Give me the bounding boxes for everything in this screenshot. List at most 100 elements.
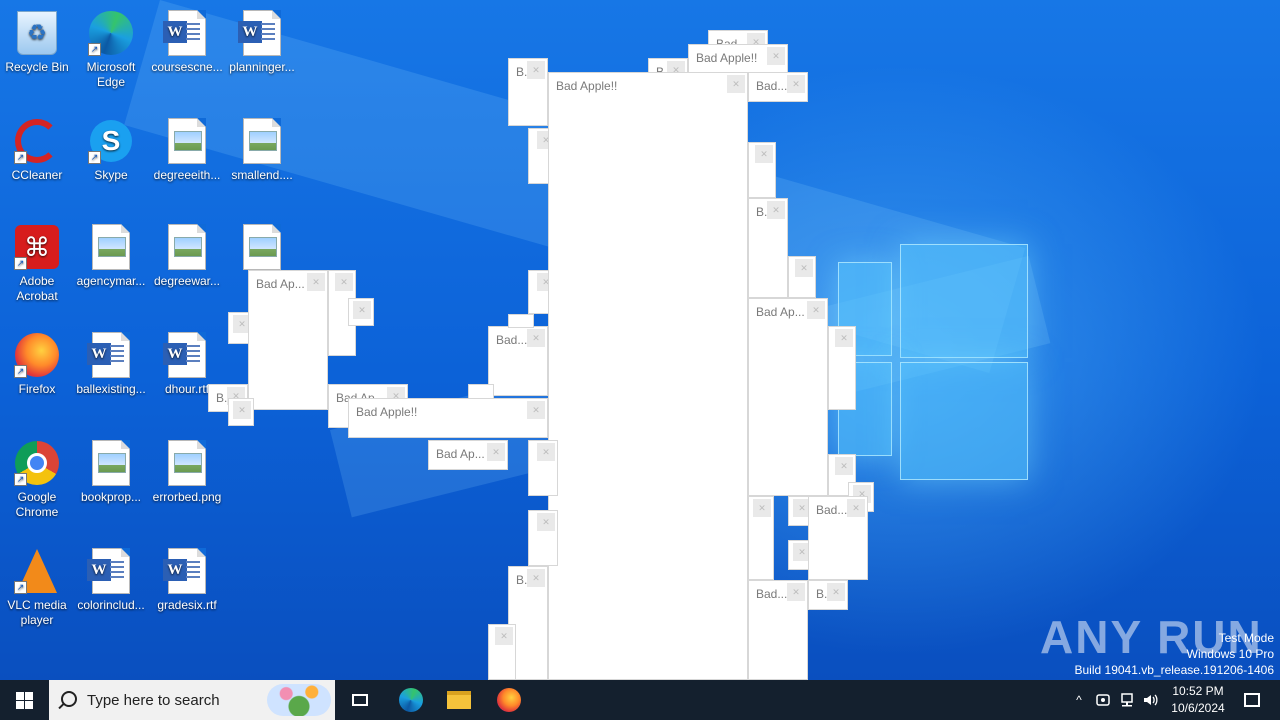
task-view-icon	[352, 694, 368, 706]
close-icon[interactable]: ✕	[537, 443, 555, 461]
word-doc-icon: W	[163, 548, 206, 594]
bad-apple-window[interactable]: ✕	[348, 298, 374, 326]
close-icon[interactable]: ✕	[835, 457, 853, 475]
close-icon[interactable]: ✕	[827, 583, 845, 601]
close-icon[interactable]: ✕	[807, 301, 825, 319]
desktop-icon-google-chrome[interactable]: ↗ Google Chrome	[0, 440, 74, 520]
taskbar-file-explorer-button[interactable]	[438, 680, 480, 720]
image-file-icon	[168, 224, 206, 270]
bad-apple-window[interactable]: Bad Ap...✕	[428, 440, 508, 470]
bad-apple-window[interactable]: ✕	[748, 142, 776, 198]
bad-apple-window[interactable]: Bad... ✕	[748, 580, 808, 680]
close-icon[interactable]: ✕	[335, 273, 353, 291]
close-icon[interactable]: ✕	[353, 301, 371, 319]
bad-apple-window[interactable]: ✕	[828, 326, 856, 410]
icon-label: VLC media player	[7, 598, 67, 627]
desktop-icon-file[interactable]: agencymar...	[74, 224, 148, 289]
desktop-icon-file[interactable]: W coursescne...	[150, 10, 224, 75]
desktop-icon-file[interactable]: W planninger...	[225, 10, 299, 75]
close-icon[interactable]: ✕	[767, 201, 785, 219]
desktop-icon-file[interactable]: degreewar...	[150, 224, 224, 289]
close-icon[interactable]: ✕	[727, 75, 745, 93]
icon-label: Skype	[94, 168, 128, 182]
bad-apple-window[interactable]: ✕	[748, 496, 774, 580]
bad-apple-window[interactable]: B... ✕	[508, 58, 548, 126]
close-icon[interactable]: ✕	[527, 61, 545, 79]
close-icon[interactable]: ✕	[787, 583, 805, 601]
close-icon[interactable]: ✕	[233, 401, 251, 419]
desktop-icon-microsoft-edge[interactable]: ↗ Microsoft Edge	[74, 10, 148, 90]
window-title: Bad Apple!!	[696, 51, 758, 65]
desktop-icon-file[interactable]: W ballexisting...	[74, 332, 148, 397]
desktop-icon-recycle-bin[interactable]: ♻ Recycle Bin	[0, 10, 74, 75]
close-icon[interactable]: ✕	[487, 443, 505, 461]
bad-apple-window-main[interactable]: Bad Apple!! ✕	[548, 72, 748, 680]
bad-apple-window[interactable]: Bad Ap...✕	[248, 270, 328, 410]
icon-label: gradesix.rtf	[157, 598, 217, 612]
close-icon[interactable]: ✕	[795, 259, 813, 277]
desktop-icon-firefox[interactable]: ↗ Firefox	[0, 332, 74, 397]
icon-label: errorbed.png	[152, 490, 222, 504]
task-view-button[interactable]	[340, 680, 380, 720]
taskbar-clock[interactable]: 10:52 PM 10/6/2024	[1160, 683, 1236, 717]
close-icon[interactable]: ✕	[767, 47, 785, 65]
action-center-button[interactable]	[1234, 680, 1270, 720]
desktop-icon-file[interactable]: bookprop...	[74, 440, 148, 505]
close-icon[interactable]: ✕	[835, 329, 853, 347]
bad-apple-window[interactable]: Bad Ap...✕	[748, 298, 828, 496]
close-icon[interactable]: ✕	[495, 627, 513, 645]
desktop-icon-ccleaner[interactable]: ↗ CCleaner	[0, 118, 74, 183]
shortcut-arrow-icon: ↗	[14, 365, 27, 378]
window-title: Bad Ap...	[436, 447, 485, 461]
volume-button[interactable]	[1140, 680, 1162, 720]
bad-apple-window[interactable]: Bad... ✕	[748, 72, 808, 102]
clock-date: 10/6/2024	[1171, 701, 1225, 715]
close-icon[interactable]: ✕	[847, 499, 865, 517]
chevron-up-icon: ^	[1076, 693, 1082, 707]
network-button[interactable]	[1116, 680, 1138, 720]
bad-apple-window[interactable]: B... ✕	[748, 198, 788, 298]
icon-label: degreewar...	[153, 274, 221, 288]
image-file-icon	[168, 118, 206, 164]
bad-apple-window[interactable]: Bad... ✕	[488, 326, 548, 396]
close-icon[interactable]: ✕	[307, 273, 325, 291]
close-icon[interactable]: ✕	[755, 145, 773, 163]
bad-apple-window[interactable]: ✕	[528, 510, 558, 566]
tray-app-icon[interactable]	[1092, 680, 1114, 720]
close-icon[interactable]: ✕	[527, 329, 545, 347]
window-title: Bad Apple!!	[556, 79, 618, 93]
bad-apple-window[interactable]: B... ✕	[808, 580, 848, 610]
close-icon[interactable]: ✕	[527, 569, 545, 587]
search-placeholder: Type here to search	[87, 692, 220, 709]
icon-label: coursescne...	[151, 60, 223, 74]
desktop-icon-file[interactable]: W colorinclud...	[74, 548, 148, 613]
desktop-icon-file[interactable]: degreeeith...	[150, 118, 224, 183]
taskbar-search-box[interactable]: Type here to search	[49, 680, 335, 720]
watermark-line: Windows 10 Pro	[1186, 647, 1274, 661]
word-doc-icon: W	[87, 332, 130, 378]
desktop-icon-adobe-acrobat[interactable]: ⌘ ↗ Adobe Acrobat	[0, 224, 74, 304]
close-icon[interactable]: ✕	[787, 75, 805, 93]
show-hidden-icons-button[interactable]: ^	[1068, 680, 1090, 720]
bad-apple-window[interactable]: Bad Apple!! ✕	[348, 398, 548, 438]
start-button[interactable]	[0, 680, 48, 720]
close-icon[interactable]: ✕	[537, 513, 555, 531]
bad-apple-window[interactable]: ✕	[788, 256, 816, 298]
bad-apple-window[interactable]: ✕	[528, 440, 558, 496]
taskbar-edge-button[interactable]	[390, 680, 432, 720]
windows-logo-icon	[15, 691, 33, 709]
close-icon[interactable]: ✕	[753, 499, 771, 517]
bad-apple-window[interactable]: ✕	[228, 398, 254, 426]
desktop-icon-file[interactable]: smallend....	[225, 118, 299, 183]
icon-label: degreeeith...	[153, 168, 221, 182]
bad-apple-window[interactable]: Bad... ✕	[808, 496, 868, 580]
bad-apple-window[interactable]: ✕	[488, 624, 516, 680]
taskbar-firefox-button[interactable]	[488, 680, 530, 720]
bad-apple-window[interactable]: Bad Apple!! ✕	[688, 44, 788, 74]
desktop-icon-skype[interactable]: S ↗ Skype	[74, 118, 148, 183]
close-icon[interactable]: ✕	[527, 401, 545, 419]
desktop-icon-vlc[interactable]: ↗ VLC media player	[0, 548, 74, 628]
desktop-icon-file[interactable]: W gradesix.rtf	[150, 548, 224, 613]
bad-apple-window[interactable]	[508, 314, 534, 328]
desktop-icon-file[interactable]: errorbed.png	[150, 440, 224, 505]
